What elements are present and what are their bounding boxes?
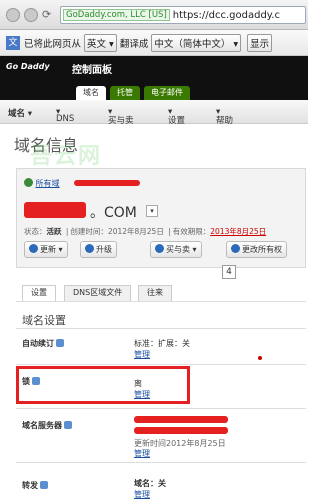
tab-email[interactable]: 电子邮件: [144, 86, 190, 100]
translate-middle-text: 翻译成: [119, 38, 149, 50]
buy-sell-button[interactable]: 买与卖 ▾: [150, 241, 202, 258]
expires-value: 2013年8月25日: [210, 227, 267, 236]
row-divider: [16, 462, 306, 463]
back-icon[interactable]: [6, 8, 20, 22]
nameservers-label: 域名服务器: [22, 420, 72, 431]
browser-toolbar: ⟳ GoDaddy.com, LLC [US] https://dcc.goda…: [0, 0, 308, 30]
expires-label: 有效期限：: [172, 227, 211, 236]
godaddy-logo[interactable]: Go Daddy: [6, 62, 50, 71]
change-owner-label: 更改所有权: [242, 245, 282, 254]
forward-icon[interactable]: [24, 8, 38, 22]
menu-item-dns-label: DNS: [56, 114, 75, 124]
menu-item-buy-sell-label: 买与卖: [108, 116, 134, 126]
forwarding-label-text: 转发: [22, 481, 38, 490]
menu-item-help[interactable]: 帮助 ▾: [216, 107, 233, 126]
tab-domains[interactable]: 域名: [76, 86, 106, 100]
upgrade-icon: [85, 244, 94, 253]
url-text: https://dcc.godaddy.c: [172, 9, 280, 21]
help-icon[interactable]: [64, 421, 72, 429]
reload-icon[interactable]: ⟳: [42, 8, 51, 21]
change-owner-icon: [231, 244, 240, 253]
redacted-nameserver-1: [134, 416, 228, 423]
to-language-value: 中文（简体中文）: [154, 38, 231, 50]
main-menu: 域名 ▾ DNS ▾ 买与卖 ▾ 设置 ▾ 帮助 ▾: [0, 100, 308, 126]
lock-highlight-box: [16, 366, 190, 404]
translate-bar: 文 已将此网页从 英文 ▾ 翻译成 中文（简体中文） ▾ 显示: [0, 30, 308, 56]
all-domains-link[interactable]: 所有域: [24, 178, 60, 189]
row-divider: [16, 408, 306, 409]
nameservers-label-text: 域名服务器: [22, 421, 62, 430]
panel-title: 控制面板: [72, 65, 112, 76]
auto-renew-value: 标准：扩展：关: [134, 338, 190, 349]
status-value: 活跃: [46, 227, 62, 236]
redacted-breadcrumb: [74, 180, 140, 186]
control-panel-header: Go Daddy 控制面板 域名 托管 电子邮件: [0, 56, 308, 100]
tab-history[interactable]: 往来: [138, 285, 172, 301]
created-date: 创建时间：2012年8月25日: [70, 227, 164, 236]
from-language-select[interactable]: 英文 ▾: [84, 33, 117, 52]
change-owner-button[interactable]: 更改所有权: [226, 241, 287, 258]
forwarding-manage-link[interactable]: 管理: [134, 489, 150, 500]
bullet-dot: [258, 356, 262, 360]
menu-item-domains-label: 域名: [8, 109, 26, 119]
update-button[interactable]: 更新 ▾: [24, 241, 68, 258]
count-badge: 4: [222, 265, 236, 279]
auto-renew-value-text: 标准：扩展：关: [134, 339, 190, 348]
domain-suffix: 。COM: [90, 205, 137, 221]
watermark: 吾云网: [30, 144, 103, 169]
logo-text: Go Daddy: [6, 62, 50, 71]
menu-item-domains[interactable]: 域名 ▾: [8, 107, 32, 119]
tab-dns-zone-file[interactable]: DNS区域文件: [64, 285, 132, 301]
translate-icon: 文: [6, 35, 20, 50]
heading-divider: [16, 328, 306, 329]
buy-sell-icon: [155, 244, 164, 253]
forwarding-value: 域名：关: [134, 478, 166, 489]
menu-item-settings[interactable]: 设置 ▾: [168, 107, 185, 126]
forwarding-value-text: 域名：关: [134, 479, 166, 488]
nameservers-manage-link[interactable]: 管理: [134, 448, 150, 459]
status-label: 状态：: [24, 227, 47, 236]
tab-settings[interactable]: 设置: [22, 285, 56, 301]
tab-hosting[interactable]: 托管: [110, 86, 140, 100]
settings-heading: 域名设置: [22, 314, 66, 327]
back-arrow-icon: [24, 178, 33, 187]
domain-dropdown-icon[interactable]: ▾: [146, 205, 158, 217]
redacted-domain-name: [24, 202, 86, 218]
auto-renew-manage-link[interactable]: 管理: [134, 349, 150, 360]
address-bar[interactable]: GoDaddy.com, LLC [US] https://dcc.godadd…: [60, 6, 306, 24]
all-domains-label: 所有域: [35, 179, 60, 188]
help-icon[interactable]: [56, 339, 64, 347]
upgrade-button[interactable]: 升级: [80, 241, 117, 258]
help-icon[interactable]: [40, 481, 48, 489]
from-language-value: 英文: [87, 38, 107, 50]
menu-item-dns[interactable]: DNS ▾: [56, 107, 74, 124]
show-original-button[interactable]: 显示: [247, 33, 273, 52]
auto-renew-label-text: 自动续订: [22, 339, 54, 348]
upgrade-label: 升级: [96, 245, 112, 254]
domain-status-line: 状态：活跃 | 创建时间：2012年8月25日 | 有效期限：2013年8月25日: [24, 227, 267, 236]
auto-renew-label: 自动续订: [22, 338, 64, 349]
menu-item-help-label: 帮助: [216, 116, 234, 126]
tabs-divider: [16, 301, 306, 302]
forwarding-label: 转发: [22, 480, 48, 491]
redacted-nameserver-2: [134, 427, 228, 434]
to-language-select[interactable]: 中文（简体中文） ▾: [151, 33, 242, 52]
ev-certificate-badge[interactable]: GoDaddy.com, LLC [US]: [63, 9, 170, 21]
update-icon: [29, 244, 38, 253]
update-label: 更新: [40, 245, 56, 254]
menu-item-settings-label: 设置: [168, 116, 186, 126]
buy-sell-label: 买与卖: [166, 245, 190, 254]
translate-prefix-text: 已将此网页从: [24, 38, 82, 50]
row-divider: [16, 364, 306, 365]
menu-item-buy-sell[interactable]: 买与卖 ▾: [108, 107, 134, 126]
